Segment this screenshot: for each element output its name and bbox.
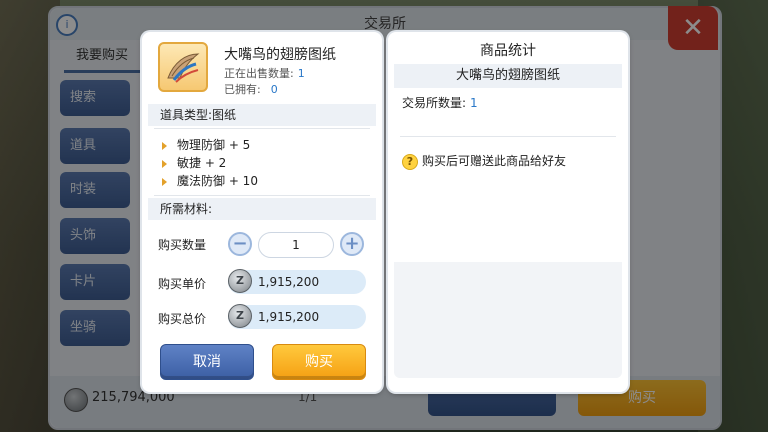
owned-count: 已拥有: 0 [224, 81, 278, 97]
gift-hint: ? 购买后可赠送此商品给好友 [402, 152, 566, 170]
purchase-panel: 大嘴鸟的翅膀图纸 正在出售数量: 1 已拥有: 0 道具类型:图纸 物理防御 + 5… [142, 32, 382, 392]
divider [400, 136, 616, 137]
cancel-button[interactable]: 取消 [160, 344, 254, 380]
divider [154, 195, 370, 196]
stats-panel: 商品统计 大嘴鸟的翅膀图纸 交易所数量: 1 ? 购买后可赠送此商品给好友 [388, 32, 628, 392]
owned-label: 已拥有: [224, 83, 261, 96]
exchange-quantity-label: 交易所数量: [402, 96, 467, 110]
exchange-quantity: 交易所数量: 1 [402, 94, 478, 111]
decrease-quantity-button[interactable]: − [228, 232, 252, 256]
bullet-triangle-icon [162, 141, 167, 150]
divider [154, 128, 370, 129]
stats-empty-area [394, 262, 622, 378]
materials-label: 所需材料: [148, 198, 376, 220]
stats-title: 商品统计 [480, 43, 536, 59]
total-price-value: 1,915,200 [258, 310, 320, 324]
list-item: 物理防御 + 5 [162, 136, 258, 154]
on-sale-label: 正在出售数量: [224, 67, 294, 80]
owned-value: 0 [270, 83, 278, 96]
list-item: 敏捷 + 2 [162, 154, 258, 172]
attribute-text: 魔法防御 + 10 [177, 174, 258, 188]
quantity-input[interactable]: 1 [258, 232, 334, 258]
gift-hint-text: 购买后可赠送此商品给好友 [422, 154, 567, 168]
zeny-coin-icon: Z [228, 304, 252, 328]
on-sale-count: 正在出售数量: 1 [224, 65, 305, 81]
unit-price-value: 1,915,200 [258, 275, 320, 289]
attribute-text: 物理防御 + 5 [177, 138, 251, 152]
increase-quantity-button[interactable]: + [340, 232, 364, 256]
wing-blueprint-icon [158, 42, 208, 92]
item-name: 大嘴鸟的翅膀图纸 [224, 47, 336, 63]
bullet-triangle-icon [162, 159, 167, 168]
question-icon: ? [402, 153, 418, 170]
zeny-coin-icon: Z [228, 269, 252, 293]
list-item: 魔法防御 + 10 [162, 172, 258, 190]
unit-price-field: Z 1,915,200 [228, 269, 366, 294]
on-sale-value: 1 [297, 67, 305, 80]
total-price-label: 购买总价 [158, 312, 207, 326]
stats-item-name: 大嘴鸟的翅膀图纸 [394, 64, 622, 88]
attribute-list: 物理防御 + 5 敏捷 + 2 魔法防御 + 10 [162, 136, 258, 190]
attribute-text: 敏捷 + 2 [177, 156, 227, 170]
buy-button[interactable]: 购买 [272, 344, 366, 380]
unit-price-label: 购买单价 [158, 277, 207, 291]
modal-overlay [0, 0, 768, 432]
exchange-quantity-value: 1 [470, 96, 478, 110]
qty-label: 购买数量 [158, 238, 207, 252]
bullet-triangle-icon [162, 177, 167, 186]
total-price-field: Z 1,915,200 [228, 304, 366, 329]
item-type: 道具类型:图纸 [148, 104, 376, 126]
